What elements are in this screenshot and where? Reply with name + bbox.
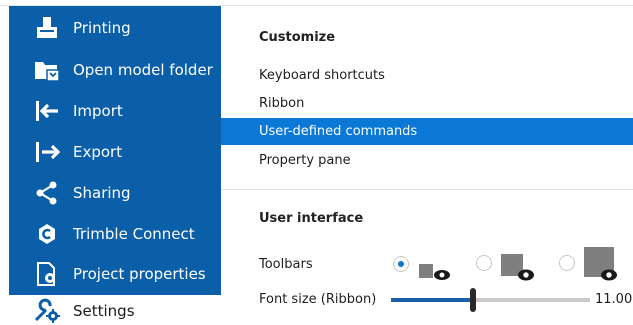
sidebar-item-sharing[interactable]: Sharing xyxy=(9,173,221,213)
option-label: Keyboard shortcuts xyxy=(259,68,385,83)
option-label: Property pane xyxy=(259,153,351,168)
toolbar-size-large-radio[interactable] xyxy=(559,255,575,271)
toolbar-small-eye-icon xyxy=(419,264,450,280)
settings-panel: Customize Keyboard shortcuts Ribbon User… xyxy=(221,6,633,325)
settings-window: Printing Open model folder Import Export… xyxy=(0,0,633,325)
sidebar-item-label: Printing xyxy=(73,19,131,37)
font-size-slider[interactable] xyxy=(391,288,590,312)
folder-open-icon xyxy=(33,56,61,84)
option-keyboard-shortcuts[interactable]: Keyboard shortcuts xyxy=(221,62,633,89)
font-size-slider-fill xyxy=(391,298,473,302)
sidebar-item-label: Settings xyxy=(73,302,135,320)
option-ribbon[interactable]: Ribbon xyxy=(221,90,633,117)
toolbar-medium-eye-icon xyxy=(501,254,534,281)
sidebar-item-trimble-connect[interactable]: Trimble Connect xyxy=(9,214,221,254)
printer-icon xyxy=(33,14,61,42)
sidebar-item-label: Trimble Connect xyxy=(73,225,195,243)
option-label: Ribbon xyxy=(259,96,305,111)
font-size-value: 11.00 xyxy=(595,292,633,307)
sidebar-item-label: Project properties xyxy=(73,265,206,283)
sidebar-item-label: Open model folder xyxy=(73,61,213,79)
toolbars-label: Toolbars xyxy=(259,257,313,272)
font-size-label: Font size (Ribbon) xyxy=(259,292,377,307)
share-icon xyxy=(33,179,61,207)
font-size-slider-thumb[interactable] xyxy=(469,288,476,312)
sidebar-item-printing[interactable]: Printing xyxy=(9,8,221,48)
toolbar-size-small-radio[interactable] xyxy=(393,256,409,272)
sidebar-item-label: Import xyxy=(73,102,123,120)
sidebar-item-open-model-folder[interactable]: Open model folder xyxy=(9,50,221,90)
sidebar-item-label: Sharing xyxy=(73,184,131,202)
option-property-pane[interactable]: Property pane xyxy=(221,147,633,174)
section-title-customize: Customize xyxy=(259,30,336,45)
section-title-user-interface: User interface xyxy=(259,211,364,226)
sidebar-item-label: Export xyxy=(73,143,123,161)
project-properties-icon xyxy=(33,260,61,288)
sidebar-item-export[interactable]: Export xyxy=(9,132,221,172)
export-arrow-icon xyxy=(33,138,61,166)
sidebar-item-settings[interactable]: Settings xyxy=(9,295,221,325)
option-label: User-defined commands xyxy=(259,124,418,139)
sidebar-item-project-properties[interactable]: Project properties xyxy=(9,254,221,294)
option-user-defined-commands[interactable]: User-defined commands xyxy=(221,118,633,145)
settings-wrench-gear-icon xyxy=(33,297,61,325)
toolbar-large-eye-icon xyxy=(584,247,617,281)
sidebar-item-import[interactable]: Import xyxy=(9,91,221,131)
section-divider xyxy=(221,189,633,190)
backstage-sidebar: Printing Open model folder Import Export… xyxy=(9,6,221,325)
import-arrow-icon xyxy=(33,97,61,125)
toolbar-size-medium-radio[interactable] xyxy=(476,255,492,271)
trimble-connect-icon xyxy=(33,220,61,248)
